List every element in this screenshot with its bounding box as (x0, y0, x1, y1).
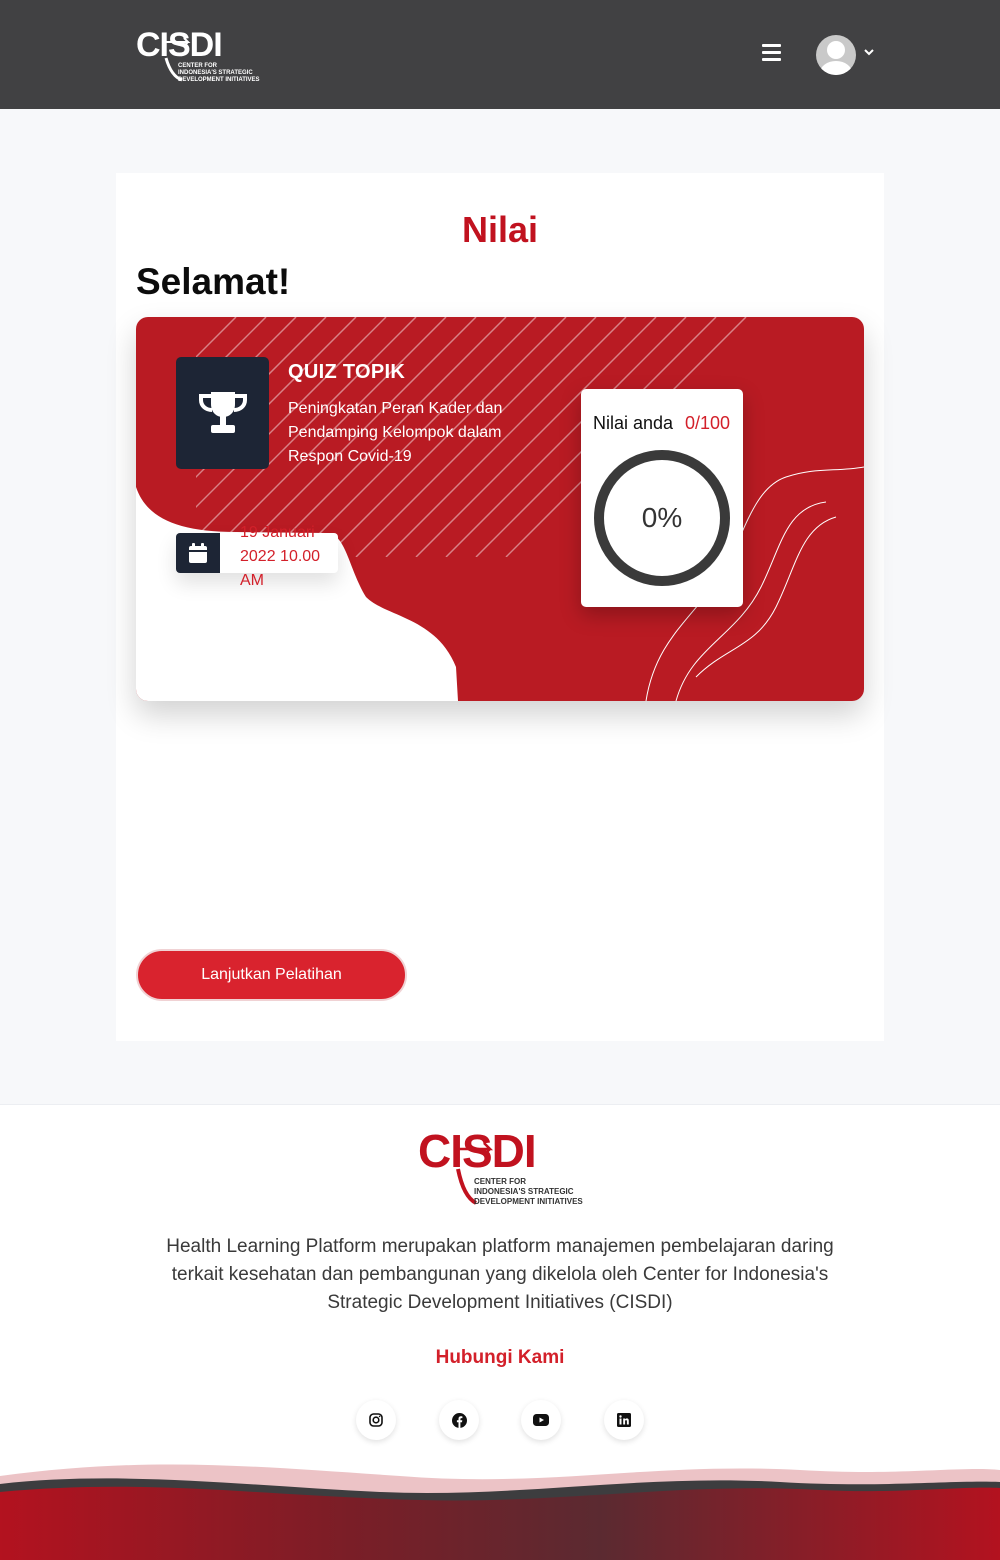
user-avatar-icon[interactable] (816, 35, 856, 75)
svg-text:DEVELOPMENT INITIATIVES: DEVELOPMENT INITIATIVES (178, 77, 260, 83)
trophy-icon (176, 357, 269, 469)
instagram-icon[interactable] (356, 1400, 396, 1440)
svg-text:CENTER FOR: CENTER FOR (178, 63, 218, 69)
calendar-icon (176, 533, 220, 573)
top-navbar: CISDI CENTER FOR INDONESIA'S STRATEGIC D… (0, 0, 1000, 109)
footer-description: Health Learning Platform merupakan platf… (166, 1236, 834, 1313)
quiz-topic-description: Peningkatan Peran Kader dan Pendamping K… (288, 400, 503, 465)
svg-text:CENTER FOR: CENTER FOR (474, 1177, 526, 1186)
chevron-down-icon[interactable] (863, 46, 875, 58)
svg-text:DEVELOPMENT INITIATIVES: DEVELOPMENT INITIATIVES (474, 1197, 583, 1206)
user-menu[interactable] (815, 34, 877, 76)
social-links (0, 1400, 1000, 1444)
quiz-type-label: QUIZ TOPIK (288, 361, 406, 383)
continue-training-button[interactable]: Lanjutkan Pelatihan (136, 949, 407, 1001)
hamburger-icon[interactable] (762, 44, 784, 66)
facebook-icon[interactable] (439, 1400, 479, 1440)
cisdi-logo[interactable]: CISDI CENTER FOR INDONESIA'S STRATEGIC D… (136, 28, 260, 86)
congrats-heading: Selamat! (136, 261, 291, 302)
score-card: Nilai Selamat! QUIZ TOPIK Peningkatan Pe… (116, 173, 884, 1041)
score-progress-ring: 0% (594, 450, 730, 586)
score-panel: Nilai anda 0/100 0% (581, 389, 743, 607)
svg-text:CISDI: CISDI (136, 28, 222, 64)
contact-heading: Hubungi Kami (435, 1347, 565, 1368)
page-title: Nilai (461, 209, 539, 250)
footer-wave-decoration (0, 1464, 1000, 1560)
quiz-date-badge: 19 Januari 2022 10.00 AM (176, 524, 338, 589)
linkedin-icon[interactable] (604, 1400, 644, 1440)
score-label: Nilai anda (593, 413, 674, 433)
score-value: 0/100 (685, 413, 731, 433)
quiz-date-text: 19 Januari 2022 10.00 AM (240, 524, 321, 589)
svg-text:INDONESIA'S STRATEGIC: INDONESIA'S STRATEGIC (474, 1187, 574, 1196)
youtube-icon[interactable] (521, 1400, 561, 1440)
quiz-result-banner: QUIZ TOPIK Peningkatan Peran Kader dan P… (136, 317, 864, 701)
svg-text:CISDI: CISDI (418, 1129, 536, 1177)
cisdi-footer-logo[interactable]: CISDI CENTER FOR INDONESIA'S STRATEGIC D… (418, 1129, 584, 1209)
score-percent-text: 0% (642, 502, 682, 533)
svg-text:INDONESIA'S STRATEGIC: INDONESIA'S STRATEGIC (178, 70, 253, 76)
